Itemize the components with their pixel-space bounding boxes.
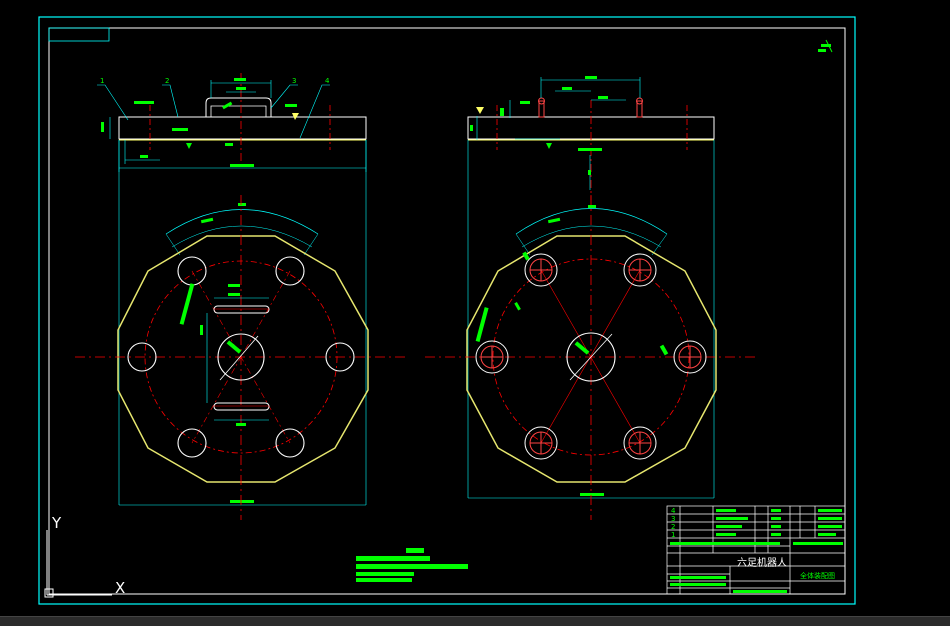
ucs-y-label: Y bbox=[51, 514, 62, 532]
title-block-entries bbox=[670, 509, 843, 593]
ucs-icon bbox=[44, 530, 112, 598]
svg-text:4: 4 bbox=[671, 507, 676, 515]
part-number-4: 4 bbox=[325, 77, 330, 85]
title-block-row-numbers: 4 3 2 1 bbox=[671, 507, 676, 539]
ucs-x-label: X bbox=[115, 579, 125, 597]
roughness-mark bbox=[818, 39, 833, 53]
outer-frame bbox=[38, 16, 856, 605]
technical-notes bbox=[356, 548, 468, 582]
left-plan-view bbox=[75, 140, 408, 520]
part-number-2: 2 bbox=[165, 77, 169, 85]
right-section-view bbox=[467, 76, 715, 200]
svg-text:2: 2 bbox=[671, 523, 675, 531]
part-number-1: 1 bbox=[100, 77, 104, 85]
left-section-view bbox=[97, 73, 367, 172]
drawing-title: 六足机器人 bbox=[737, 556, 787, 569]
cad-drawing-canvas[interactable]: 1 2 3 4 4 3 2 1 六足机器人 全体装配图 Y X bbox=[0, 0, 950, 625]
part-number-3: 3 bbox=[292, 77, 296, 85]
sheet-code-box bbox=[48, 27, 110, 42]
drawing-subtitle: 全体装配图 bbox=[800, 571, 835, 580]
svg-text:1: 1 bbox=[671, 531, 675, 539]
svg-text:3: 3 bbox=[671, 515, 675, 523]
right-plan-view bbox=[425, 140, 755, 520]
